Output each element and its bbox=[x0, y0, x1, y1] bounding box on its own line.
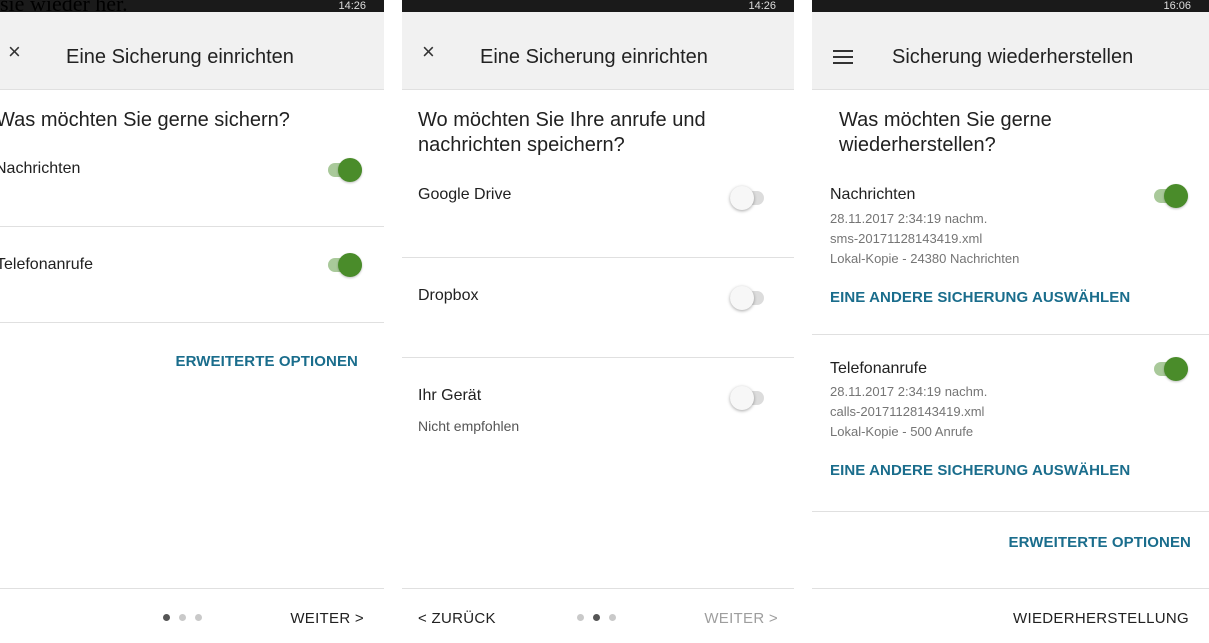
page-indicator bbox=[163, 614, 207, 622]
device-toggle[interactable] bbox=[730, 386, 764, 410]
question-heading: Wo möchten Sie Ihre anrufe und nachricht… bbox=[418, 109, 706, 156]
advanced-options-link[interactable]: ERWEITERTE OPTIONEN bbox=[176, 353, 358, 370]
select-other-backup-link[interactable]: EINE ANDERE SICHERUNG AUSWÄHLEN bbox=[830, 462, 1130, 479]
page-dot-1 bbox=[163, 614, 170, 621]
divider bbox=[402, 257, 794, 258]
app-bar: × Eine Sicherung einrichten bbox=[0, 12, 384, 90]
footer-divider bbox=[812, 588, 1209, 589]
option-label-google-drive: Google Drive bbox=[418, 186, 512, 203]
next-button[interactable]: WEITER > bbox=[290, 610, 364, 627]
backup-date: 28.11.2017 2:34:19 nachm. bbox=[830, 384, 988, 399]
close-icon[interactable]: × bbox=[8, 41, 21, 63]
restore-button[interactable]: WIEDERHERSTELLUNG bbox=[1013, 610, 1189, 627]
messages-toggle[interactable] bbox=[328, 158, 362, 182]
status-time: 14:26 bbox=[748, 0, 776, 12]
divider bbox=[0, 226, 384, 227]
option-label-device: Ihr Gerät bbox=[418, 387, 482, 404]
advanced-options-link[interactable]: ERWEITERTE OPTIONEN bbox=[1009, 534, 1191, 551]
divider bbox=[0, 322, 384, 323]
screen-backup-setup-step1: 14:26 × Eine Sicherung einrichten Was mö… bbox=[0, 0, 384, 643]
app-bar: Sicherung wiederherstellen bbox=[812, 12, 1209, 90]
restore-item-label-calls: Telefonanrufe bbox=[830, 360, 927, 377]
backup-date: 28.11.2017 2:34:19 nachm. bbox=[830, 211, 988, 226]
status-time: 14:26 bbox=[338, 0, 366, 12]
page-dot-2 bbox=[179, 614, 186, 621]
google-drive-toggle[interactable] bbox=[730, 186, 764, 210]
backup-filename: sms-20171128143419.xml bbox=[830, 231, 983, 246]
app-bar-title: Sicherung wiederherstellen bbox=[892, 46, 1134, 68]
app-bar: × Eine Sicherung einrichten bbox=[402, 12, 794, 90]
option-label-dropbox: Dropbox bbox=[418, 287, 479, 304]
back-button[interactable]: < ZURÜCK bbox=[418, 610, 496, 627]
question-heading: Was möchten Sie gerne sichern? bbox=[0, 109, 290, 131]
next-button[interactable]: WEITER > bbox=[704, 610, 778, 627]
page-dot-3 bbox=[195, 614, 202, 621]
dropbox-toggle[interactable] bbox=[730, 286, 764, 310]
app-bar-title: Eine Sicherung einrichten bbox=[480, 46, 708, 68]
backup-filename: calls-20171128143419.xml bbox=[830, 404, 985, 419]
screen-backup-setup-step2: 14:26 × Eine Sicherung einrichten Wo möc… bbox=[402, 0, 794, 643]
status-bar: 16:06 bbox=[812, 0, 1209, 12]
backup-summary: Lokal-Kopie - 24380 Nachrichten bbox=[830, 251, 1020, 266]
option-sublabel-device: Nicht empfohlen bbox=[418, 418, 520, 434]
messages-restore-toggle[interactable] bbox=[1154, 184, 1188, 208]
app-bar-title: Eine Sicherung einrichten bbox=[66, 46, 294, 68]
screen-restore-backup: 16:06 Sicherung wiederherstellen Was möc… bbox=[812, 0, 1209, 643]
status-time: 16:06 bbox=[1163, 0, 1191, 12]
page-dot-1 bbox=[577, 614, 584, 621]
footer-divider bbox=[0, 588, 384, 589]
page-indicator bbox=[577, 614, 621, 622]
footer-divider bbox=[402, 588, 794, 589]
question-heading: Was möchten Sie gerne wiederherstellen? bbox=[839, 109, 1052, 156]
option-label-messages: Nachrichten bbox=[0, 160, 81, 177]
calls-toggle[interactable] bbox=[328, 253, 362, 277]
restore-item-label-messages: Nachrichten bbox=[830, 186, 916, 203]
close-icon[interactable]: × bbox=[422, 41, 435, 63]
select-other-backup-link[interactable]: EINE ANDERE SICHERUNG AUSWÄHLEN bbox=[830, 289, 1130, 306]
calls-restore-toggle[interactable] bbox=[1154, 357, 1188, 381]
page-dot-2 bbox=[593, 614, 600, 621]
page-dot-3 bbox=[609, 614, 616, 621]
menu-icon[interactable] bbox=[833, 50, 853, 64]
divider bbox=[402, 357, 794, 358]
divider bbox=[812, 511, 1209, 512]
option-label-calls: Telefonanrufe bbox=[0, 256, 93, 273]
backup-summary: Lokal-Kopie - 500 Anrufe bbox=[830, 424, 974, 439]
caption-text: sie wieder her. bbox=[0, 0, 128, 16]
divider bbox=[812, 334, 1209, 335]
status-bar: 14:26 bbox=[402, 0, 794, 12]
